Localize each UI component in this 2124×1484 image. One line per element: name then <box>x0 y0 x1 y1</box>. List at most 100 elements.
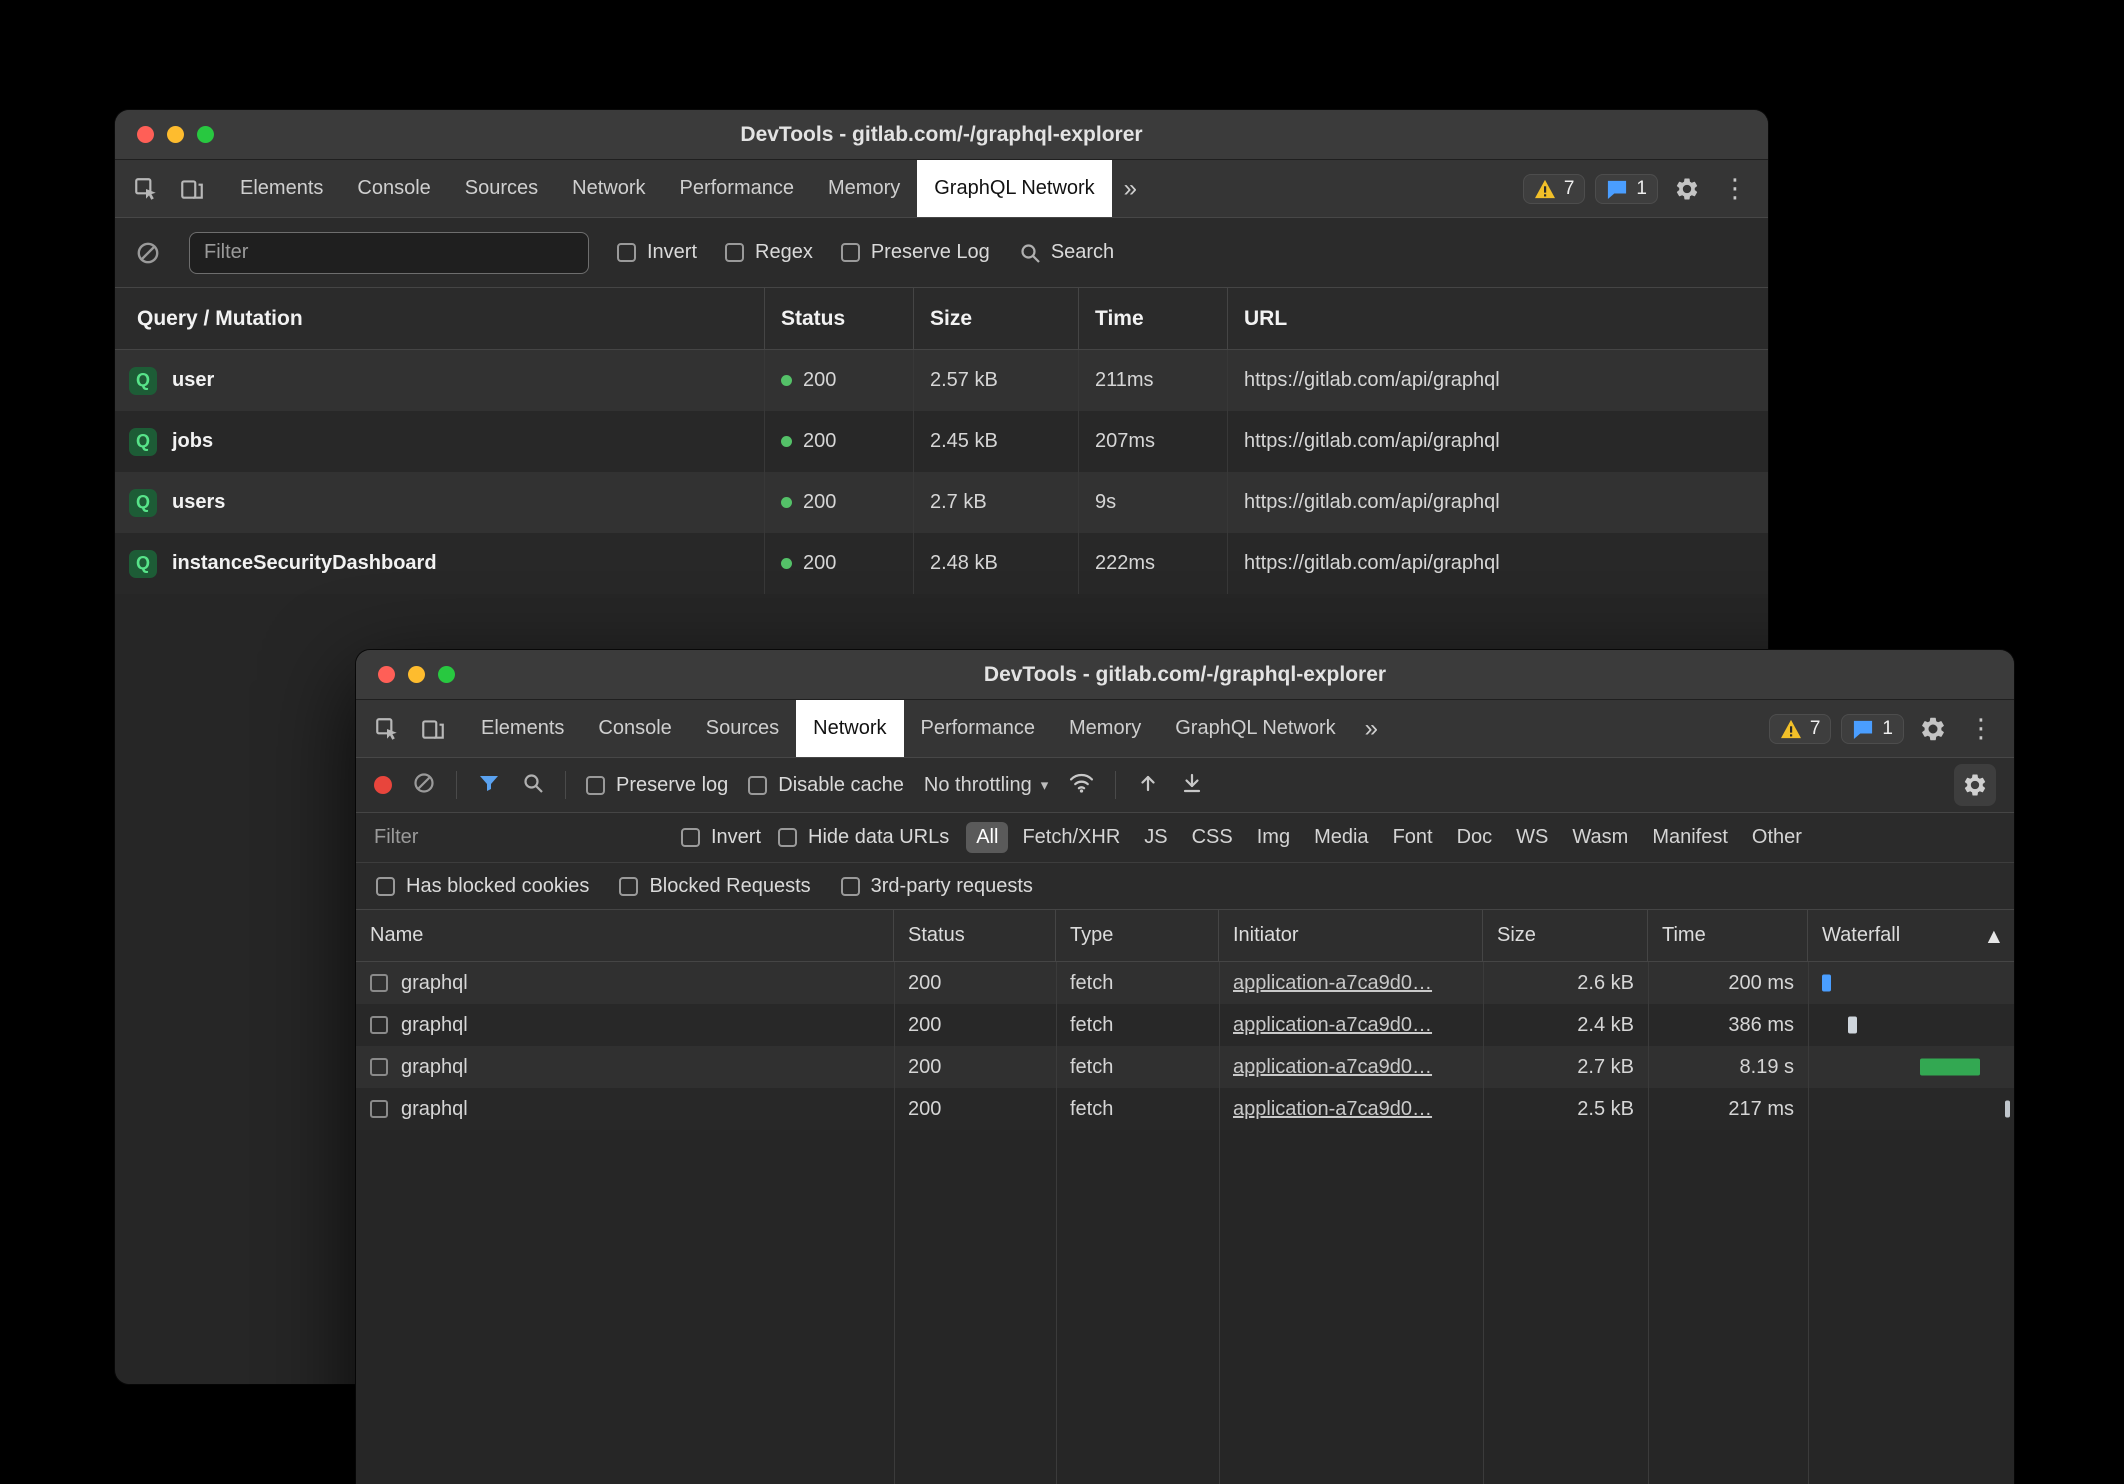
column-header-url[interactable]: URL <box>1228 288 1768 349</box>
search-icon[interactable] <box>521 771 545 800</box>
chip-js[interactable]: JS <box>1134 822 1177 853</box>
column-header-time[interactable]: Time <box>1648 910 1808 961</box>
tab-sources[interactable]: Sources <box>448 160 555 217</box>
row-checkbox[interactable] <box>370 1016 388 1034</box>
column-header-waterfall[interactable]: Waterfall ▲ <box>1808 910 2014 961</box>
preserve-log-checkbox[interactable]: Preserve Log <box>841 241 990 264</box>
minimize-window-button[interactable] <box>408 666 425 683</box>
preserve-log-checkbox[interactable]: Preserve log <box>586 774 728 797</box>
import-har-icon[interactable] <box>1136 771 1160 800</box>
chip-font[interactable]: Font <box>1383 822 1443 853</box>
tab-sources[interactable]: Sources <box>689 700 796 757</box>
checkbox-box[interactable] <box>748 776 767 795</box>
messages-badge[interactable]: 1 <box>1841 714 1904 744</box>
search-control[interactable]: Search <box>1018 241 1114 265</box>
device-toolbar-icon[interactable] <box>414 710 452 748</box>
close-window-button[interactable] <box>137 126 154 143</box>
checkbox-box[interactable] <box>841 243 860 262</box>
warnings-badge[interactable]: 7 <box>1769 714 1832 744</box>
table-row[interactable]: Q instanceSecurityDashboard 200 2.48 kB … <box>115 533 1768 594</box>
tab-console[interactable]: Console <box>340 160 447 217</box>
tab-network[interactable]: Network <box>796 700 903 757</box>
invert-checkbox[interactable]: Invert <box>681 826 761 849</box>
column-header-status[interactable]: Status <box>894 910 1056 961</box>
more-tabs-icon[interactable]: » <box>1353 700 1390 757</box>
titlebar[interactable]: DevTools - gitlab.com/-/graphql-explorer <box>356 650 2014 700</box>
chip-css[interactable]: CSS <box>1182 822 1243 853</box>
kebab-menu-icon[interactable]: ⋮ <box>1962 710 2000 748</box>
has-blocked-cookies-checkbox[interactable]: Has blocked cookies <box>376 875 589 898</box>
chip-other[interactable]: Other <box>1742 822 1812 853</box>
row-checkbox[interactable] <box>370 1058 388 1076</box>
tab-elements[interactable]: Elements <box>223 160 340 217</box>
column-header-type[interactable]: Type <box>1056 910 1219 961</box>
chip-img[interactable]: Img <box>1247 822 1300 853</box>
minimize-window-button[interactable] <box>167 126 184 143</box>
more-tabs-icon[interactable]: » <box>1112 160 1149 217</box>
column-header-initiator[interactable]: Initiator <box>1219 910 1483 961</box>
table-row[interactable]: Q users 200 2.7 kB 9s https://gitlab.com… <box>115 472 1768 533</box>
inspect-element-icon[interactable] <box>368 710 406 748</box>
column-header-query-mutation[interactable]: Query / Mutation <box>115 288 765 349</box>
chip-fetch-xhr[interactable]: Fetch/XHR <box>1012 822 1130 853</box>
initiator-link[interactable]: application-a7ca9d0… <box>1233 1056 1432 1079</box>
checkbox-box[interactable] <box>681 828 700 847</box>
tab-elements[interactable]: Elements <box>464 700 581 757</box>
regex-checkbox[interactable]: Regex <box>725 241 813 264</box>
network-settings-gear-icon[interactable] <box>1954 764 1996 806</box>
tab-memory[interactable]: Memory <box>811 160 917 217</box>
filter-input[interactable] <box>374 826 664 849</box>
throttling-dropdown[interactable]: No throttling ▾ <box>924 774 1048 797</box>
kebab-menu-icon[interactable]: ⋮ <box>1716 170 1754 208</box>
tab-performance[interactable]: Performance <box>904 700 1053 757</box>
network-conditions-icon[interactable] <box>1068 771 1095 799</box>
tab-graphql-network[interactable]: GraphQL Network <box>917 160 1111 217</box>
checkbox-box[interactable] <box>619 877 638 896</box>
chip-media[interactable]: Media <box>1304 822 1378 853</box>
table-row[interactable]: graphql 200 fetch application-a7ca9d0… 2… <box>356 1046 2014 1088</box>
table-row[interactable]: graphql 200 fetch application-a7ca9d0… 2… <box>356 962 2014 1004</box>
column-header-time[interactable]: Time <box>1079 288 1228 349</box>
messages-badge[interactable]: 1 <box>1595 174 1658 204</box>
checkbox-box[interactable] <box>841 877 860 896</box>
settings-gear-icon[interactable] <box>1668 170 1706 208</box>
inspect-element-icon[interactable] <box>127 170 165 208</box>
clear-icon[interactable] <box>412 771 436 800</box>
column-header-name[interactable]: Name <box>356 910 894 961</box>
close-window-button[interactable] <box>378 666 395 683</box>
row-checkbox[interactable] <box>370 1100 388 1118</box>
chip-wasm[interactable]: Wasm <box>1562 822 1638 853</box>
zoom-window-button[interactable] <box>438 666 455 683</box>
initiator-link[interactable]: application-a7ca9d0… <box>1233 1098 1432 1121</box>
settings-gear-icon[interactable] <box>1914 710 1952 748</box>
table-row[interactable]: graphql 200 fetch application-a7ca9d0… 2… <box>356 1088 2014 1130</box>
chip-doc[interactable]: Doc <box>1447 822 1503 853</box>
checkbox-box[interactable] <box>586 776 605 795</box>
blocked-requests-checkbox[interactable]: Blocked Requests <box>619 875 810 898</box>
initiator-link[interactable]: application-a7ca9d0… <box>1233 972 1432 995</box>
tab-console[interactable]: Console <box>581 700 688 757</box>
chip-manifest[interactable]: Manifest <box>1642 822 1738 853</box>
invert-checkbox[interactable]: Invert <box>617 241 697 264</box>
table-row[interactable]: Q jobs 200 2.45 kB 207ms https://gitlab.… <box>115 411 1768 472</box>
third-party-requests-checkbox[interactable]: 3rd-party requests <box>841 875 1033 898</box>
checkbox-box[interactable] <box>725 243 744 262</box>
tab-graphql-network[interactable]: GraphQL Network <box>1158 700 1352 757</box>
tab-memory[interactable]: Memory <box>1052 700 1158 757</box>
clear-icon[interactable] <box>135 240 161 266</box>
hide-data-urls-checkbox[interactable]: Hide data URLs <box>778 826 949 849</box>
checkbox-box[interactable] <box>376 877 395 896</box>
tab-network[interactable]: Network <box>555 160 662 217</box>
record-button[interactable] <box>374 776 392 794</box>
checkbox-box[interactable] <box>778 828 797 847</box>
zoom-window-button[interactable] <box>197 126 214 143</box>
initiator-link[interactable]: application-a7ca9d0… <box>1233 1014 1432 1037</box>
chip-all[interactable]: All <box>966 822 1008 853</box>
row-checkbox[interactable] <box>370 974 388 992</box>
column-header-size[interactable]: Size <box>914 288 1079 349</box>
checkbox-box[interactable] <box>617 243 636 262</box>
column-header-size[interactable]: Size <box>1483 910 1648 961</box>
tab-performance[interactable]: Performance <box>663 160 812 217</box>
table-row[interactable]: graphql 200 fetch application-a7ca9d0… 2… <box>356 1004 2014 1046</box>
device-toolbar-icon[interactable] <box>173 170 211 208</box>
